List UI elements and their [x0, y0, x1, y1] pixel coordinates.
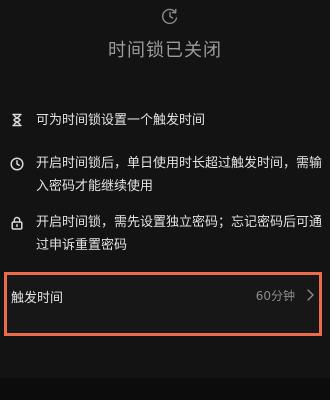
trigger-time-value: 60分钟: [255, 289, 295, 303]
lock-icon: [10, 216, 24, 230]
time-lock-icon: [160, 6, 180, 26]
info-text: 开启时间锁，需先设置独立密码；忘记密码后可通过申诉重置密码: [36, 215, 323, 253]
info-text: 开启时间锁后，单日使用时长超过触发时间，需输入密码才能继续使用: [36, 156, 323, 194]
page-title: 时间锁已关闭: [108, 40, 222, 61]
chevron-right-icon: [305, 288, 315, 302]
info-text: 可为时间锁设置一个触发时间: [36, 113, 206, 128]
trigger-time-label: 触发时间: [11, 291, 64, 306]
clock-icon: [10, 157, 24, 171]
hourglass-icon: [10, 113, 24, 127]
bottom-area: [0, 378, 330, 400]
trigger-time-setting[interactable]: 触发时间 60分钟: [4, 272, 322, 336]
